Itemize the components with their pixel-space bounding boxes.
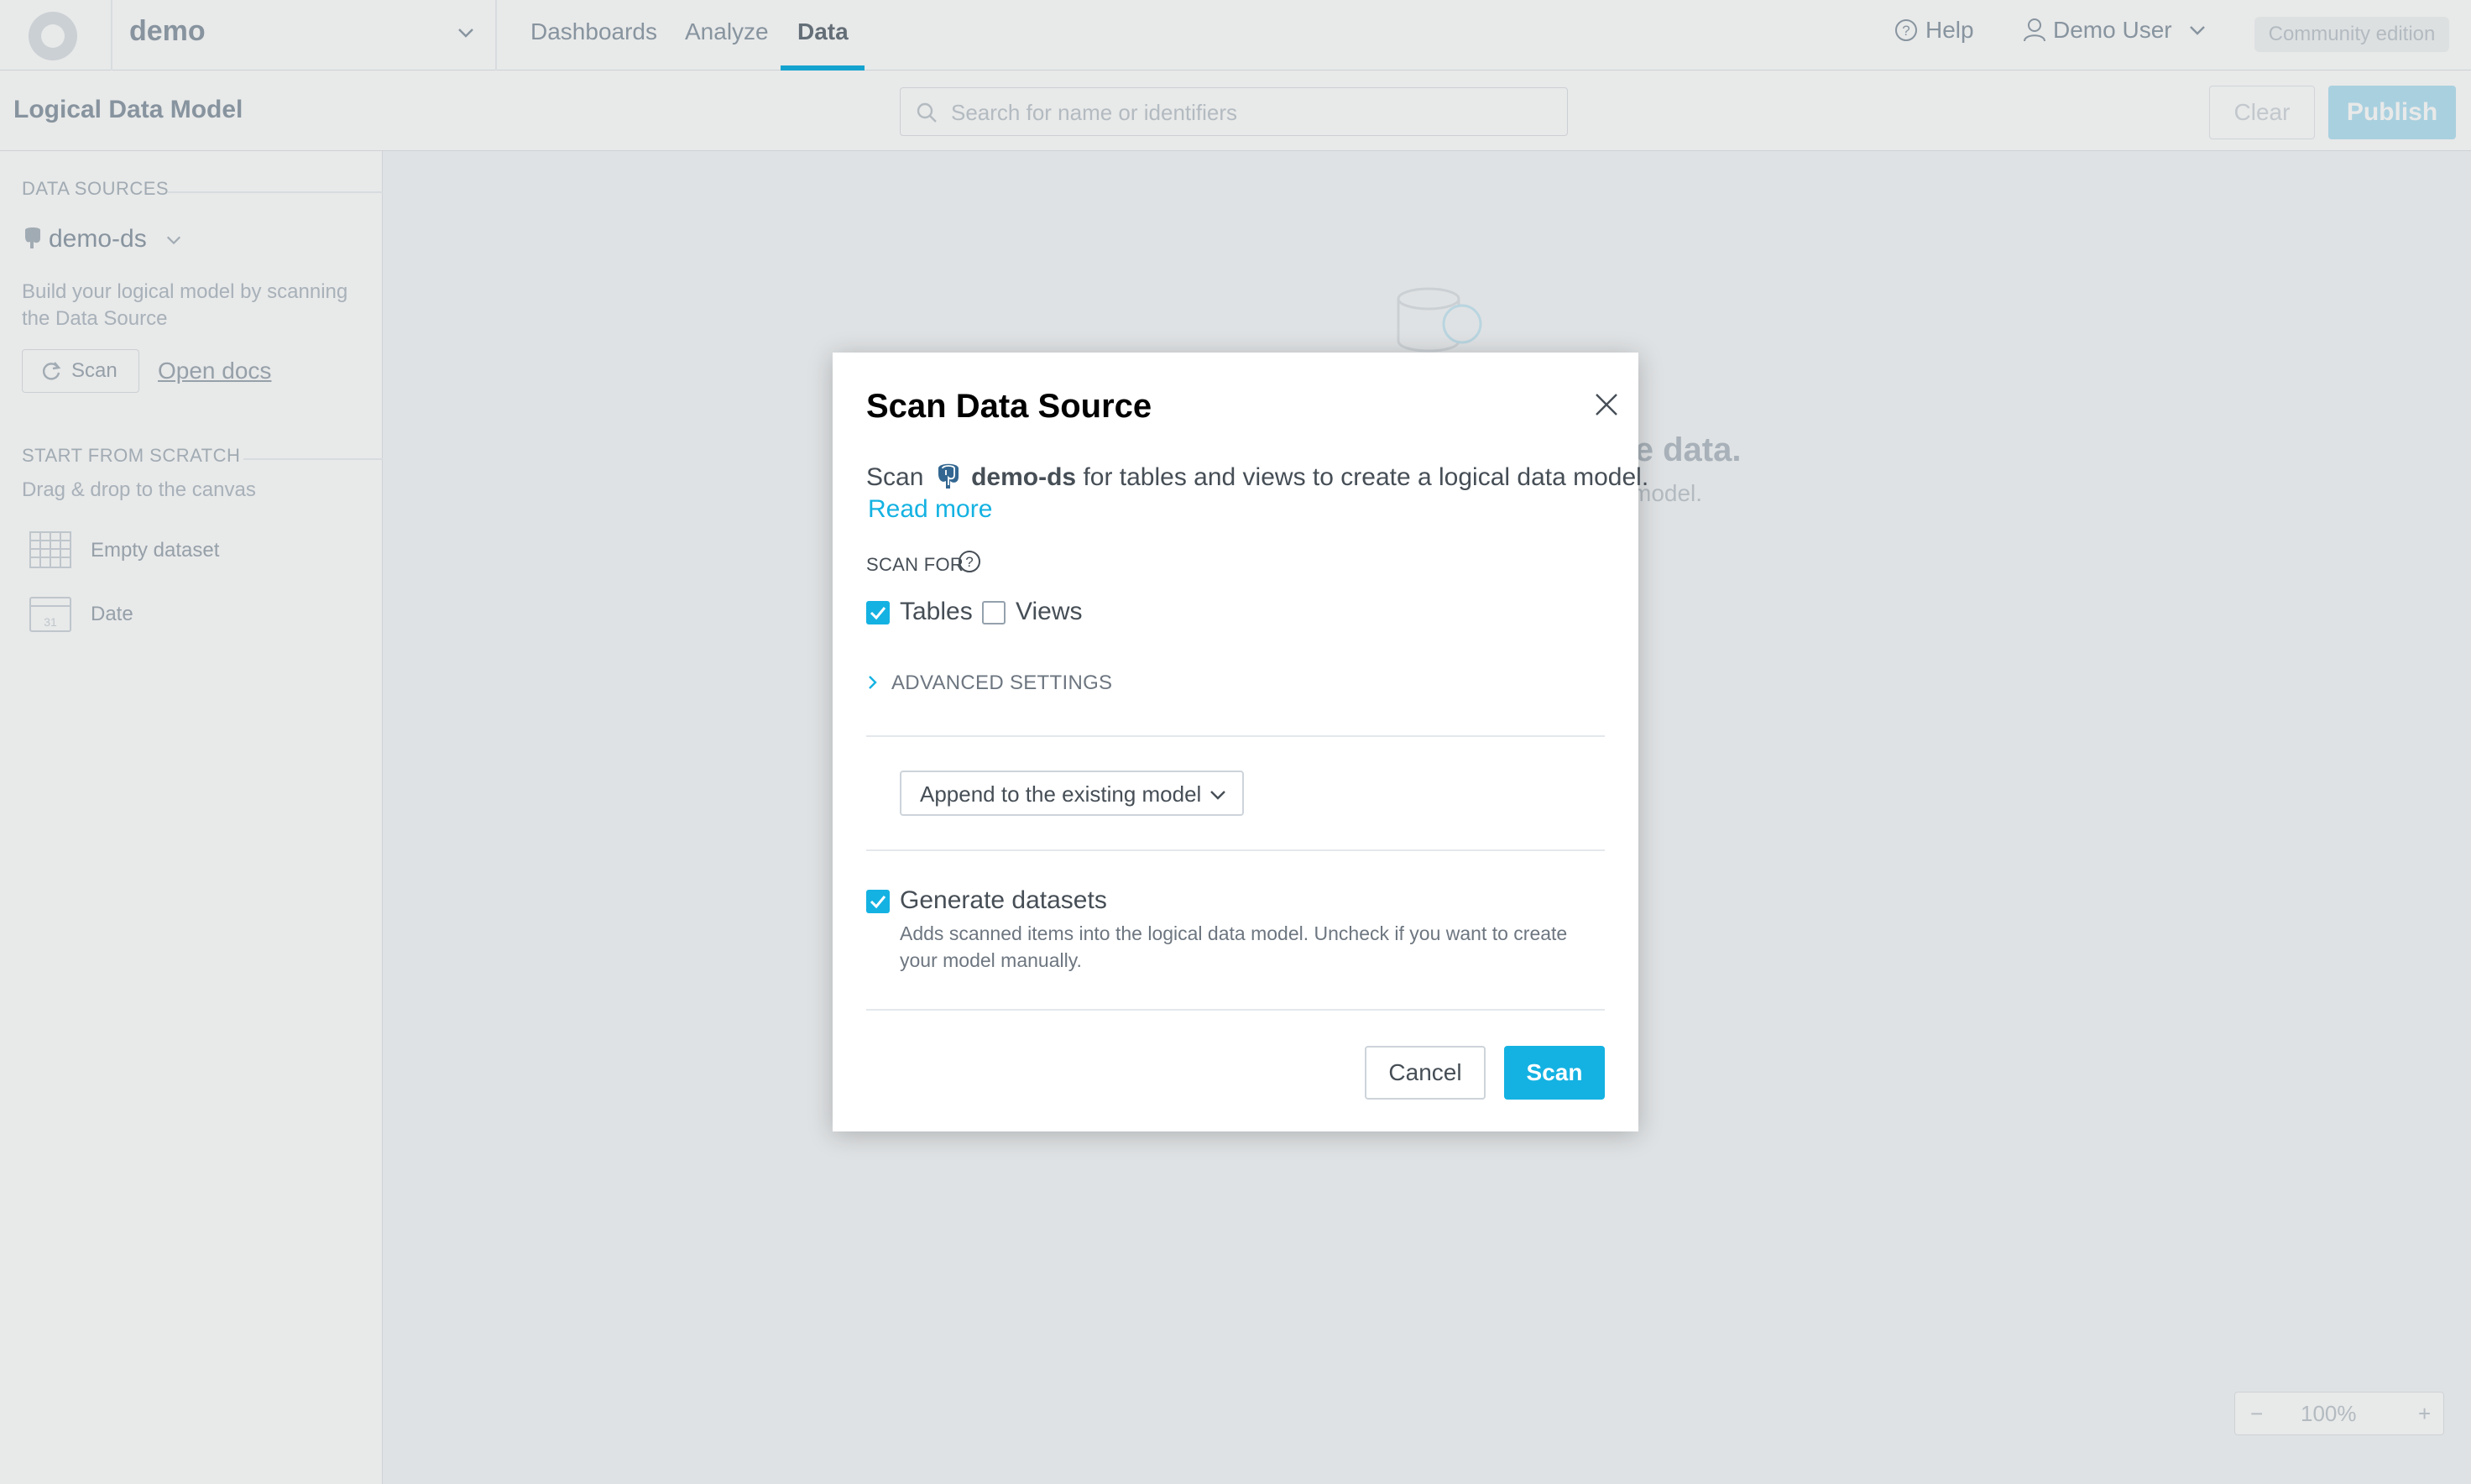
dialog-title: Scan Data Source: [866, 388, 1152, 425]
views-checkbox[interactable]: [982, 601, 1006, 624]
advanced-settings-toggle[interactable]: ADVANCED SETTINGS: [866, 671, 1112, 695]
postgresql-icon: [938, 463, 959, 489]
scan-mode-value: Append to the existing model: [920, 781, 1202, 807]
desc-prefix: Scan: [866, 463, 924, 491]
close-icon[interactable]: [1591, 389, 1622, 420]
divider: [866, 735, 1605, 737]
checkmark-icon: [870, 896, 886, 909]
desc-suffix: for tables and views to create a logical…: [1083, 463, 1649, 491]
read-more-link[interactable]: Read more: [868, 495, 992, 524]
generate-datasets-description: Adds scanned items into the logical data…: [900, 922, 1568, 971]
scan-data-source-dialog: Scan Data Source Scan demo-ds for tables…: [833, 353, 1648, 1131]
views-label[interactable]: Views: [1016, 598, 1082, 626]
data-source-name: demo-ds: [971, 463, 1077, 491]
scan-for-label: SCAN FOR: [866, 554, 964, 575]
generate-datasets-label[interactable]: Generate datasets: [900, 886, 1107, 915]
svg-text:?: ?: [965, 554, 973, 570]
chevron-down-icon: [1210, 791, 1225, 800]
cancel-button[interactable]: Cancel: [1365, 1046, 1486, 1100]
advanced-settings-label: ADVANCED SETTINGS: [891, 671, 1113, 694]
chevron-right-icon: [869, 676, 877, 689]
generate-datasets-checkbox[interactable]: [866, 890, 890, 913]
tables-checkbox[interactable]: [866, 601, 890, 624]
checkmark-icon: [870, 607, 886, 620]
dialog-description: Scan demo-ds for tables and views to cre…: [866, 462, 1648, 492]
divider: [866, 1009, 1605, 1011]
tables-label[interactable]: Tables: [900, 598, 973, 626]
scan-button[interactable]: Scan: [1504, 1046, 1605, 1100]
scan-mode-select[interactable]: Append to the existing model: [900, 771, 1244, 816]
divider: [866, 849, 1605, 851]
help-icon[interactable]: ?: [957, 549, 982, 574]
